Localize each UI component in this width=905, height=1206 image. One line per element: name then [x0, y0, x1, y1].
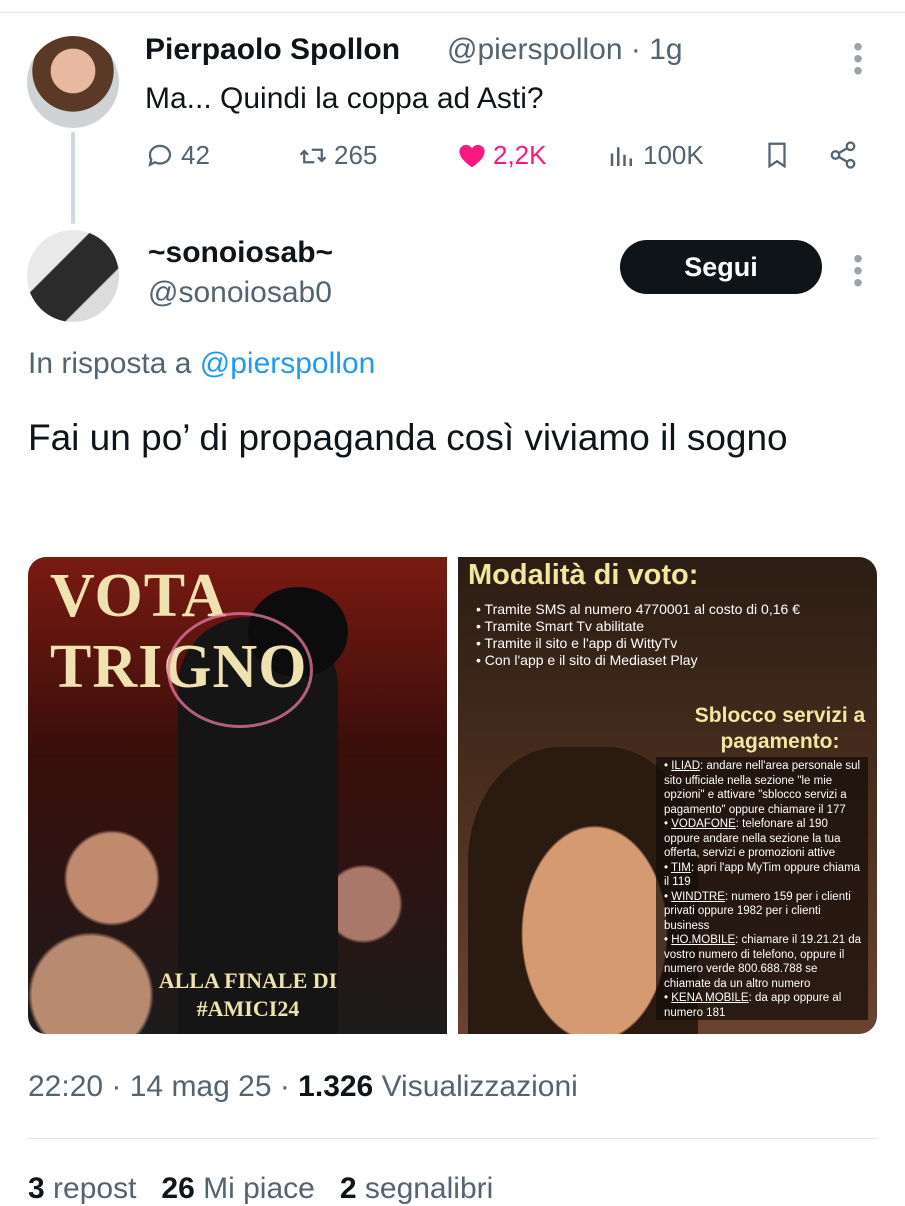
unlock-services-title: Sblocco servizi a pagamento:: [694, 704, 866, 753]
bookmarks-stat[interactable]: 2 segnalibri: [340, 1172, 493, 1205]
more-options-icon[interactable]: • • •: [848, 33, 868, 85]
avatar-sonoiosab[interactable]: [27, 230, 119, 322]
payment-unlock-list: ILIAD: andare nell'area personale sul si…: [656, 757, 868, 1020]
engagement-stats: 3 repost 26 Mi piace 2 segnalibri: [28, 1172, 493, 1206]
stats-divider: [28, 1138, 878, 1139]
reply-more-options-icon[interactable]: • • •: [848, 245, 868, 297]
timestamp[interactable]: 22:20 · 14 mag 25 ·: [28, 1070, 298, 1103]
finale-caption: ALLA FINALE DI #AMICI24: [148, 967, 348, 1023]
parent-tweet-text: Ma... Quindi la coppa ad Asti?: [145, 82, 544, 115]
payment-item: WINDTRE: numero 159 per i clienti privat…: [664, 890, 864, 934]
heart-icon: [459, 144, 485, 167]
avatar-pierspollon[interactable]: [27, 36, 119, 128]
reply-mention-link[interactable]: @pierspollon: [200, 347, 376, 380]
reply-context: In risposta a @pierspollon: [28, 347, 375, 381]
voting-mode-item: Tramite il sito e l'app di WittyTv: [476, 635, 800, 652]
views-count: 100K: [643, 140, 704, 170]
finale-line-1: ALLA FINALE DI: [158, 968, 338, 993]
views-total: 1.326: [298, 1070, 374, 1103]
reply-tweet-text: Fai un po’ di propaganda così viviamo il…: [28, 417, 788, 458]
reply-display-name[interactable]: ~sonoiosab~: [148, 236, 333, 270]
payment-item: KENA MOBILE: da app oppure al numero 181: [664, 991, 864, 1020]
reply-button[interactable]: 42: [145, 140, 210, 171]
parent-handle-time[interactable]: @pierspollon · 1g: [447, 33, 683, 67]
watermark-stamp: [167, 612, 313, 728]
views-icon: [610, 146, 632, 166]
voting-mode-item: Con l'app e il sito di Mediaset Play: [476, 652, 800, 669]
thread-connector: [71, 132, 75, 224]
share-button[interactable]: [828, 140, 858, 170]
like-count: 2,2K: [493, 140, 547, 170]
bookmark-icon: [768, 142, 786, 169]
bookmark-button[interactable]: [762, 140, 792, 170]
voting-mode-item: Tramite SMS al numero 4770001 al costo d…: [476, 601, 800, 618]
reposts-stat[interactable]: 3 repost: [28, 1172, 136, 1205]
voting-modes-title: Modalità di voto:: [468, 559, 699, 591]
voting-mode-item: Tramite Smart Tv abilitate: [476, 618, 800, 635]
top-divider: [0, 12, 905, 13]
repost-count: 265: [334, 140, 378, 170]
reply-prefix: In risposta a: [28, 347, 192, 380]
like-button[interactable]: 2,2K: [457, 140, 547, 171]
likes-stat[interactable]: 26 Mi piace: [161, 1172, 314, 1205]
tweet-metadata: 22:20 · 14 mag 25 · 1.326 Visualizzazion…: [28, 1070, 578, 1104]
reply-handle[interactable]: @sonoiosab0: [148, 276, 332, 310]
share-icon: [830, 141, 856, 169]
follow-button[interactable]: Segui: [620, 240, 822, 294]
finale-line-2: #AMICI24: [196, 996, 300, 1021]
repost-icon: [299, 148, 327, 163]
payment-item: HO.MOBILE: chiamare il 19.21.21 da vostr…: [664, 933, 864, 991]
media-image-voting-info[interactable]: Modalità di voto: Tramite SMS al numero …: [458, 557, 877, 1034]
payment-item: ILIAD: andare nell'area personale sul si…: [664, 759, 864, 817]
reply-icon: [148, 144, 172, 167]
views-button[interactable]: 100K: [607, 140, 704, 171]
reply-count: 42: [181, 140, 210, 170]
voting-modes-list: Tramite SMS al numero 4770001 al costo d…: [468, 601, 800, 669]
views-label: Visualizzazioni: [373, 1070, 578, 1103]
repost-button[interactable]: 265: [298, 140, 377, 171]
payment-item: TIM: apri l'app MyTim oppure chiama il 1…: [664, 861, 864, 890]
payment-item: VODAFONE: telefonare al 190 oppure andar…: [664, 817, 864, 861]
parent-action-bar: 42 265 2,2K 100K: [145, 140, 865, 180]
parent-display-name[interactable]: Pierpaolo Spollon: [145, 33, 400, 67]
